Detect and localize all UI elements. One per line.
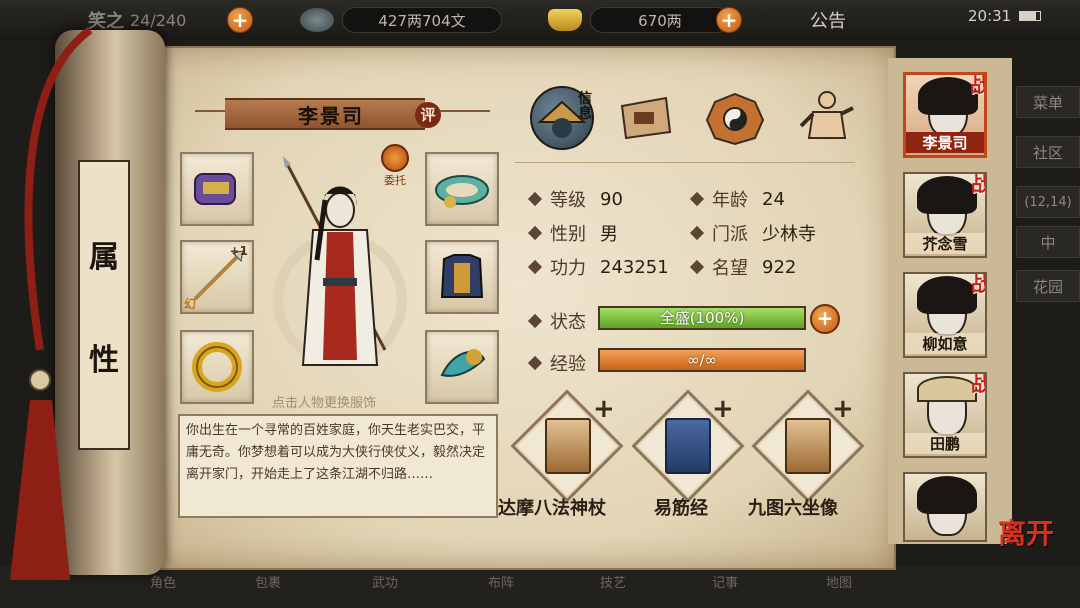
- skill-name-1: 达摩八法神杖: [498, 498, 606, 519]
- book-icon: [785, 418, 831, 474]
- status-bar: 全盛(100%): [598, 306, 806, 330]
- capacity-value: 24/240: [130, 10, 187, 30]
- roster-hero-2[interactable]: 芥念雪 战: [903, 172, 987, 258]
- attribute-title-tab: 属 性: [78, 160, 130, 450]
- leave-button[interactable]: 离开: [998, 512, 1058, 572]
- skill-add-2[interactable]: +: [712, 394, 734, 424]
- weapon-tag: 幻: [184, 297, 197, 311]
- nav-martial[interactable]: 武功: [372, 572, 398, 591]
- skill-add-1[interactable]: +: [593, 394, 615, 424]
- nav-bag[interactable]: 包裹: [255, 572, 281, 591]
- capacity-add-button[interactable]: +: [227, 6, 253, 34]
- battery-icon: [1019, 11, 1042, 21]
- battle-badge: 战: [971, 374, 985, 397]
- straw-hat-icon: [917, 376, 977, 402]
- nav-formation[interactable]: 布阵: [488, 572, 514, 591]
- copper-currency: 427两704文: [300, 6, 502, 34]
- plus-icon: +: [716, 7, 742, 33]
- stat-level: 等级 90: [527, 186, 623, 212]
- stat-age: 年龄 24: [689, 186, 785, 212]
- notice-button[interactable]: 公告: [810, 6, 846, 34]
- tab-inventory[interactable]: [612, 86, 676, 150]
- gauntlet-icon: [194, 173, 236, 205]
- equip-slot-accessory[interactable]: [425, 330, 499, 404]
- roster-hero-3[interactable]: 柳如意 战: [903, 272, 987, 358]
- battle-badge: 战: [970, 75, 984, 98]
- stat-status-label: 状态: [527, 308, 586, 334]
- menu-button[interactable]: 菜单: [1016, 86, 1080, 118]
- roster-hero-1[interactable]: 李景司 战: [903, 72, 987, 158]
- armor-icon: [440, 254, 484, 298]
- book-icon: [545, 418, 591, 474]
- roster-hero-5[interactable]: [903, 472, 987, 542]
- stat-gender: 性别男: [527, 220, 618, 246]
- tab-meridian[interactable]: [795, 86, 859, 150]
- clock: 20:31: [968, 2, 1042, 30]
- character-name: 李景司: [298, 104, 364, 128]
- tab-info-label: 信息: [578, 91, 592, 122]
- skill-name-2: 易筋经: [654, 498, 708, 519]
- title-char-2: 性: [89, 342, 119, 378]
- battle-badge: 战: [971, 274, 985, 297]
- tab-info[interactable]: 信息: [530, 86, 594, 150]
- nav-journal[interactable]: 记事: [712, 572, 738, 591]
- equip-slot-belt[interactable]: [425, 152, 499, 226]
- jade-pendant-icon: [440, 349, 486, 377]
- rate-button[interactable]: 评: [415, 102, 441, 128]
- nav-map[interactable]: 地图: [826, 572, 852, 591]
- equip-slot-weapon[interactable]: +1 幻: [180, 240, 254, 314]
- coords-readout: (12,14): [1016, 186, 1080, 218]
- community-button[interactable]: 社区: [1016, 136, 1080, 168]
- silver-ingot-icon: [548, 9, 582, 31]
- gold-ring-icon: [192, 342, 242, 392]
- bagua-icon: [705, 92, 765, 146]
- equip-slot-armor[interactable]: [425, 240, 499, 314]
- skill-name-3: 九图六坐像: [748, 498, 838, 519]
- stat-exp-label: 经验: [527, 350, 586, 376]
- entrust-button[interactable]: 委托: [378, 144, 412, 188]
- silver-value: 670两: [590, 7, 730, 33]
- scroll-bag-icon: [620, 96, 672, 140]
- copper-value: 427两704文: [342, 7, 502, 33]
- top-status-bar: 笑之 24/240 + 427两704文 670两 + 公告 20:31: [0, 0, 1080, 40]
- character-bio: 你出生在一个寻常的百姓家庭，你天生老实巴交，平庸无奇。你梦想着可以成为大侠行侠仗…: [178, 414, 498, 518]
- book-icon: [665, 418, 711, 474]
- title-char-1: 属: [89, 239, 119, 275]
- middle-label: 中: [1016, 226, 1080, 258]
- silver-add-button[interactable]: +: [716, 6, 742, 34]
- body-meridian-icon: [799, 91, 854, 139]
- restore-status-button[interactable]: +: [810, 304, 840, 334]
- weapon-level: +1: [229, 244, 248, 258]
- exp-bar: ∞/∞: [598, 348, 806, 372]
- roster-hero-4[interactable]: 田鹏 战: [903, 372, 987, 458]
- silver-currency: 670两: [548, 6, 730, 34]
- nav-role[interactable]: 角色: [150, 572, 176, 591]
- equip-slot-ring[interactable]: [180, 330, 254, 404]
- equip-slot-gloves[interactable]: [180, 152, 254, 226]
- battle-badge: 战: [971, 174, 985, 197]
- plus-icon: +: [227, 7, 253, 33]
- tab-taiji[interactable]: [703, 86, 767, 150]
- stat-fame: 名望 922: [689, 254, 796, 280]
- belt-icon: [435, 175, 489, 208]
- skill-add-3[interactable]: +: [832, 394, 854, 424]
- divider: [515, 162, 855, 163]
- change-outfit-hint: 点击人物更换服饰: [272, 396, 377, 411]
- copper-coin-icon: [300, 8, 334, 32]
- entrust-icon: [381, 144, 409, 172]
- garden-label[interactable]: 花园: [1016, 270, 1080, 302]
- stat-power: 功力 243251: [527, 254, 669, 280]
- stat-sect: 门派 少林寺: [689, 220, 816, 246]
- nav-skills[interactable]: 技艺: [600, 572, 626, 591]
- notice-label: 公告: [810, 11, 846, 32]
